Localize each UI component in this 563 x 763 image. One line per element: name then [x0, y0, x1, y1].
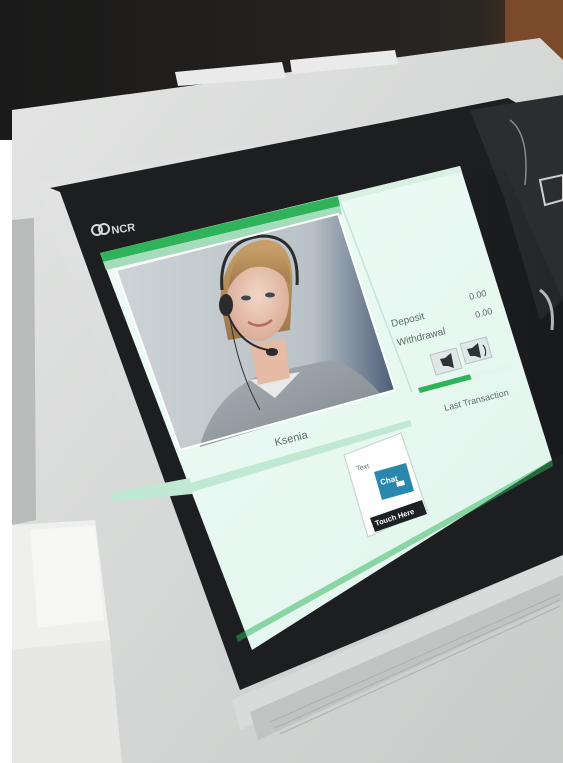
card-slot-panel [30, 525, 104, 628]
headset-mic [266, 348, 278, 356]
side-panel [12, 218, 36, 525]
kiosk-scene: NCR Ksenia Deposit 0.00 Withdrawal 0.00 … [0, 0, 563, 763]
lower-panel [12, 640, 122, 763]
agent-eye [241, 295, 251, 301]
headset-earpiece [219, 294, 233, 316]
agent-eye [265, 292, 275, 298]
